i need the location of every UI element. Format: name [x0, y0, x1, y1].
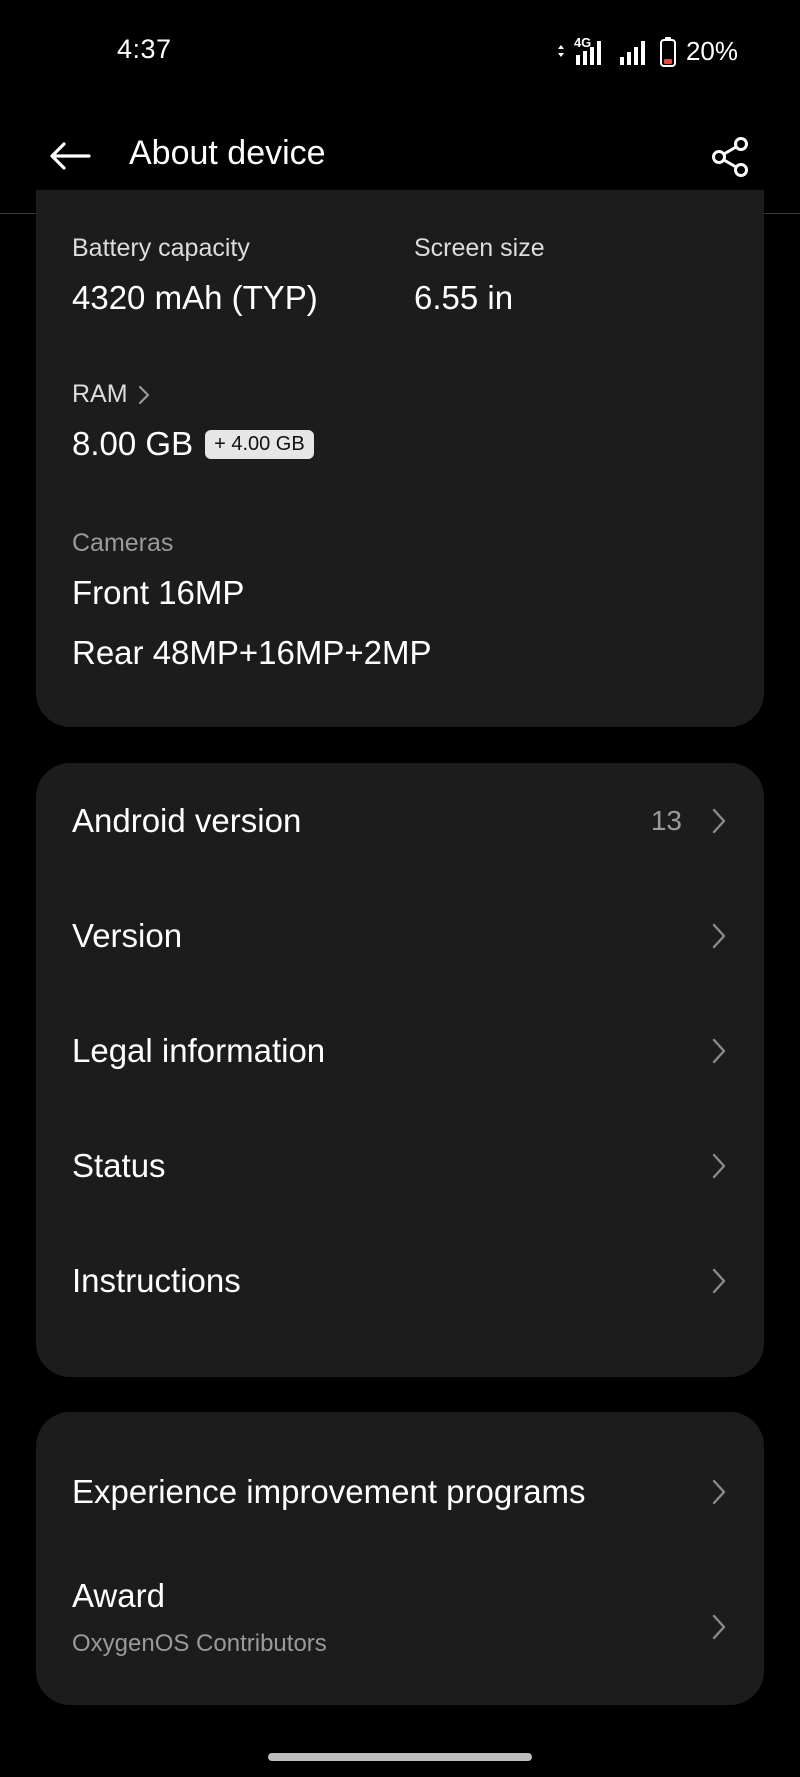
- page-title: About device: [129, 134, 326, 172]
- cameras-spec: Cameras Front 16MP Rear 48MP+16MP+2MP: [72, 529, 432, 672]
- screen-size-label: Screen size: [414, 234, 545, 262]
- rear-camera-value: Rear 48MP+16MP+2MP: [72, 634, 432, 671]
- front-camera-value: Front 16MP: [72, 574, 245, 611]
- ram-expansion-badge: + 4.00 GB: [205, 429, 314, 459]
- list-item-label: Version: [72, 916, 183, 954]
- list-item-label: Android version: [72, 801, 302, 839]
- status-time: 4:37: [117, 34, 172, 64]
- chevron-right-icon: [708, 1265, 730, 1297]
- screen-size-spec: Screen size 6.55 in: [414, 234, 545, 317]
- chevron-right-icon: [138, 385, 149, 404]
- award-title: Award: [72, 1577, 165, 1614]
- share-icon: [712, 137, 748, 177]
- chevron-right-icon: [708, 805, 730, 837]
- list-item-label: Experience improvement programs: [72, 1473, 586, 1510]
- list-item-status[interactable]: Status: [36, 1108, 764, 1223]
- chevron-right-icon: [708, 1476, 730, 1508]
- list-item-label: Status: [72, 1146, 166, 1184]
- mobile-data-4g-icon: 4G: [557, 35, 610, 65]
- ram-spec[interactable]: RAM 8.00 GB + 4.00 GB: [72, 380, 314, 463]
- device-specs-card: Battery capacity 4320 mAh (TYP) Screen s…: [36, 190, 764, 727]
- chevron-right-icon: [708, 1150, 730, 1182]
- programs-card: Experience improvement programs Award Ox…: [36, 1412, 764, 1705]
- battery-icon: [659, 36, 676, 67]
- list-item-label: Instructions: [72, 1261, 241, 1299]
- back-button[interactable]: [40, 126, 100, 186]
- list-item-instructions[interactable]: Instructions: [36, 1223, 764, 1338]
- ram-value: 8.00 GB: [72, 425, 194, 462]
- ram-label: RAM: [72, 380, 128, 408]
- battery-capacity-value: 4320 mAh (TYP): [72, 279, 318, 316]
- status-bar: 4:37 4G 20%: [0, 0, 800, 100]
- chevron-right-icon: [708, 1035, 730, 1067]
- arrow-left-icon: [50, 142, 91, 170]
- chevron-right-icon: [708, 1611, 730, 1643]
- list-item-android-version[interactable]: Android version 13: [36, 763, 764, 878]
- home-indicator[interactable]: [268, 1753, 532, 1761]
- android-version-value: 13: [650, 804, 682, 836]
- battery-capacity-label: Battery capacity: [72, 234, 250, 262]
- list-item-version[interactable]: Version: [36, 878, 764, 993]
- list-item-label: Legal information: [72, 1031, 326, 1069]
- cameras-label: Cameras: [72, 529, 174, 557]
- battery-capacity-spec: Battery capacity 4320 mAh (TYP): [72, 234, 318, 317]
- screen-size-value: 6.55 in: [414, 279, 514, 316]
- status-icons: 4G 20%: [557, 35, 738, 67]
- award-subtitle: OxygenOS Contributors: [72, 1630, 327, 1657]
- battery-percentage: 20%: [685, 36, 738, 66]
- share-button[interactable]: [704, 130, 758, 184]
- signal-strength-icon: [618, 39, 652, 65]
- list-item-legal-information[interactable]: Legal information: [36, 993, 764, 1108]
- system-info-card: Android version 13 Version Legal informa…: [36, 763, 764, 1377]
- list-item-experience-improvement[interactable]: Experience improvement programs: [36, 1427, 764, 1557]
- chevron-right-icon: [708, 920, 730, 952]
